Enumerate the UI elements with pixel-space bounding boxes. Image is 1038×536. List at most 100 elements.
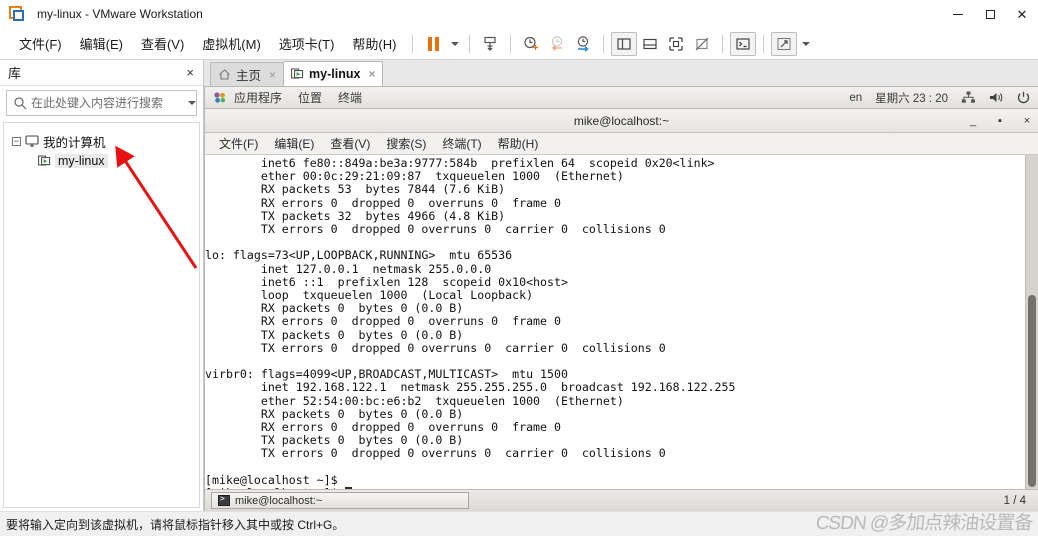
terminal-menu-view[interactable]: 查看(V) (322, 133, 378, 154)
pause-icon[interactable] (420, 32, 446, 56)
toolbar-separator (722, 34, 724, 53)
tree-item-my-computer[interactable]: − 我的计算机 (4, 131, 199, 151)
menu-file[interactable]: 文件(F) (10, 30, 71, 57)
terminal-body[interactable]: inet6 fe80::849a:be3a:9777:584b prefixle… (205, 155, 1038, 489)
terminal-icon (218, 494, 230, 506)
close-icon[interactable]: × (269, 68, 276, 82)
guest-screen[interactable]: 应用程序 位置 终端 en 星期六 23 : 20 mike@localhost… (204, 87, 1038, 511)
terminal-title-bar: mike@localhost:~ _ ▪ × (205, 109, 1038, 133)
terminal-prompt: [mike@localhost ~]$ (205, 486, 345, 489)
fullscreen-caret-icon[interactable] (797, 32, 813, 56)
terminal-menu-help[interactable]: 帮助(H) (490, 133, 547, 154)
main-body: 库 × − 我的计算机 (0, 60, 1038, 511)
library-title: 库 (8, 66, 22, 81)
menu-vm[interactable]: 虚拟机(M) (193, 30, 270, 57)
search-input[interactable] (31, 96, 186, 110)
terminal-menu-bar: 文件(F) 编辑(E) 查看(V) 搜索(S) 终端(T) 帮助(H) (205, 133, 1038, 155)
terminal-menu-edit[interactable]: 编辑(E) (266, 133, 322, 154)
title-bar: my-linux - VMware Workstation ✕ (0, 0, 1038, 28)
gnome-menu-applications[interactable]: 应用程序 (234, 89, 282, 106)
taskbar-window-button[interactable]: mike@localhost:~ (211, 492, 469, 509)
send-ctrl-alt-del-icon[interactable] (730, 31, 757, 56)
status-message: 要将输入定向到该虚拟机，请将鼠标指针移入其中或按 Ctrl+G。 (6, 517, 345, 532)
terminal-scrollbar[interactable] (1025, 155, 1038, 489)
vm-powered-on-icon (38, 155, 51, 166)
gnome-taskbar: mike@localhost:~ 1 / 4 (205, 489, 1038, 511)
vm-powered-on-icon (291, 68, 304, 79)
vmware-icon (9, 5, 25, 22)
window-title: my-linux - VMware Workstation (37, 6, 203, 21)
maximize-button[interactable] (974, 0, 1006, 28)
close-icon[interactable]: × (368, 67, 375, 81)
menu-bar: 文件(F) 编辑(E) 查看(V) 虚拟机(M) 选项卡(T) 帮助(H) (0, 28, 1038, 60)
gnome-top-panel: 应用程序 位置 终端 en 星期六 23 : 20 (205, 87, 1038, 109)
search-icon (14, 97, 27, 110)
volume-icon[interactable] (989, 91, 1004, 104)
window-controls: ✕ (942, 0, 1038, 28)
toolbar-separator (603, 34, 605, 53)
take-snapshot-icon[interactable] (518, 32, 544, 56)
terminal-menu-search[interactable]: 搜索(S) (378, 133, 434, 154)
tree-item-label: 我的计算机 (43, 135, 106, 150)
terminal-title: mike@localhost:~ (573, 113, 670, 128)
menu-edit[interactable]: 编辑(E) (71, 30, 132, 57)
dropdown-caret-icon[interactable] (446, 32, 462, 56)
terminal-window: mike@localhost:~ _ ▪ × 文件(F) 编辑(E) 查看(V)… (205, 109, 1038, 511)
chevron-down-icon[interactable] (188, 101, 196, 105)
status-bar: 要将输入定向到该虚拟机，请将鼠标指针移入其中或按 Ctrl+G。 (0, 511, 1038, 536)
gnome-applications-icon (214, 92, 225, 103)
terminal-window-controls: _ ▪ × (968, 109, 1032, 133)
snapshot-icon[interactable] (477, 32, 503, 56)
minimize-button[interactable] (942, 0, 974, 28)
library-tree: − 我的计算机 my-linux (3, 122, 200, 508)
vmware-workstation-window: my-linux - VMware Workstation ✕ 文件(F) 编辑… (0, 0, 1038, 536)
library-panel: 库 × − 我的计算机 (0, 60, 204, 511)
expander-icon[interactable]: − (12, 136, 21, 146)
computer-icon (25, 135, 39, 147)
keyboard-layout-indicator[interactable]: en (849, 92, 862, 104)
toolbar-separator (763, 34, 765, 53)
home-icon (219, 69, 230, 80)
show-console-view-icon[interactable] (637, 32, 663, 56)
terminal-output[interactable]: inet6 fe80::849a:be3a:9777:584b prefixle… (205, 155, 1025, 489)
terminal-close-button[interactable]: × (1022, 115, 1032, 127)
toolbar-separator (469, 34, 471, 53)
fullscreen-icon[interactable] (771, 31, 798, 56)
workspace-indicator[interactable]: 1 / 4 (1004, 495, 1032, 507)
show-thumbnails-icon[interactable] (663, 32, 689, 56)
library-header: 库 × (0, 60, 203, 86)
snapshot-manager-icon[interactable] (570, 32, 596, 56)
gnome-menu-terminal[interactable]: 终端 (338, 89, 362, 106)
toolbar-separator (510, 34, 512, 53)
menu-tabs[interactable]: 选项卡(T) (270, 30, 344, 57)
toolbar-separator (412, 34, 414, 53)
tab-label: 主页 (236, 69, 262, 83)
terminal-maximize-button[interactable]: ▪ (995, 115, 1005, 127)
power-icon[interactable] (1017, 91, 1030, 104)
tab-my-linux[interactable]: my-linux × (283, 61, 384, 86)
network-icon[interactable] (961, 91, 976, 104)
close-button[interactable]: ✕ (1006, 0, 1038, 28)
terminal-cursor (344, 487, 352, 489)
tree-item-label: my-linux (55, 154, 108, 168)
tab-home[interactable]: 主页 × (210, 62, 285, 86)
close-icon[interactable]: × (183, 65, 197, 80)
clock[interactable]: 星期六 23 : 20 (875, 90, 948, 106)
tab-strip: 主页 × my-linux × (204, 60, 1038, 87)
hide-thumbnails-icon[interactable] (689, 32, 715, 56)
menu-view[interactable]: 查看(V) (132, 30, 193, 57)
terminal-menu-terminal[interactable]: 终端(T) (434, 133, 489, 154)
gnome-menu-places[interactable]: 位置 (298, 89, 322, 106)
tab-label: my-linux (309, 67, 361, 81)
library-search[interactable] (6, 90, 197, 116)
revert-snapshot-icon[interactable] (544, 32, 570, 56)
scrollbar-thumb[interactable] (1028, 295, 1036, 487)
show-library-icon[interactable] (611, 31, 638, 56)
gnome-tray: en 星期六 23 : 20 (849, 90, 1030, 106)
tree-item-my-linux[interactable]: my-linux (4, 151, 199, 171)
terminal-minimize-button[interactable]: _ (968, 115, 978, 127)
taskbar-window-label: mike@localhost:~ (235, 494, 323, 507)
terminal-menu-file[interactable]: 文件(F) (211, 133, 266, 154)
menu-help[interactable]: 帮助(H) (343, 30, 405, 57)
vm-area: 主页 × my-linux × 应用程序 位置 终端 en 星期六 23: 2… (204, 60, 1038, 511)
